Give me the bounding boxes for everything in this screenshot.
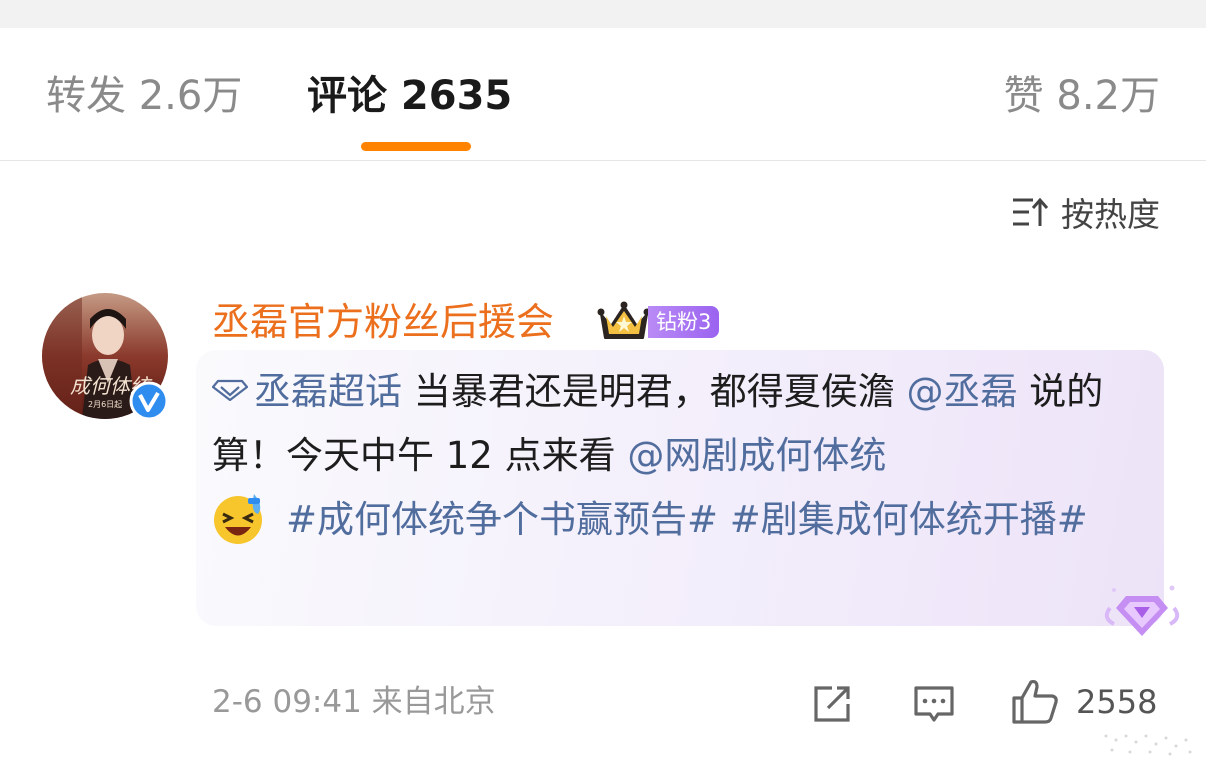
- hashtag-link[interactable]: #剧集成何体统开播#: [730, 498, 1088, 541]
- like-icon[interactable]: [1010, 676, 1060, 726]
- sort-label: 按热度: [1061, 195, 1160, 234]
- fan-level-badge: 钻粉3: [648, 306, 720, 338]
- mention-link[interactable]: @网剧成何体统: [627, 434, 886, 477]
- tab-bar: 转发 2.6万 评论 2635 赞 8.2万: [0, 28, 1206, 160]
- verified-icon: [129, 381, 169, 421]
- sort-icon: [1013, 197, 1049, 226]
- sort-by-hot-button[interactable]: 按热度: [1011, 192, 1160, 234]
- laughing-tears-emoji-icon: [214, 493, 262, 544]
- comment-meta: 2-6 09:41 来自北京: [212, 684, 496, 720]
- crown-icon: [597, 301, 651, 339]
- gem-decoration-icon: [1104, 585, 1180, 636]
- tab-repost[interactable]: 转发 2.6万: [46, 72, 242, 120]
- comment-icon[interactable]: [912, 682, 956, 726]
- supertopic-link[interactable]: 丞磊超话: [254, 370, 402, 413]
- hashtag-link[interactable]: #成何体统争个书赢预告#: [286, 498, 718, 541]
- mention-link[interactable]: @丞磊: [907, 370, 1018, 413]
- username[interactable]: 丞磊官方粉丝后援会: [212, 298, 554, 346]
- divider: [0, 160, 1206, 161]
- supertopic-diamond-icon: [212, 379, 248, 401]
- comment-text: 丞磊超话 当暴君还是明君，都得夏侯澹 @丞磊 说的算！今天中午 12 点来看 @…: [212, 360, 1157, 552]
- avatar-caption: 2月6日起: [88, 400, 122, 409]
- share-icon[interactable]: [810, 682, 854, 726]
- comment-text-part: 当暴君还是明君，都得夏侯澹: [402, 370, 907, 413]
- like-count[interactable]: 2558: [1076, 682, 1157, 722]
- tab-likes[interactable]: 赞 8.2万: [1004, 72, 1160, 120]
- active-tab-indicator: [361, 142, 471, 151]
- watermark-dots-icon: [1104, 734, 1192, 756]
- tab-comments[interactable]: 评论 2635: [307, 72, 512, 120]
- top-bar: [0, 0, 1206, 28]
